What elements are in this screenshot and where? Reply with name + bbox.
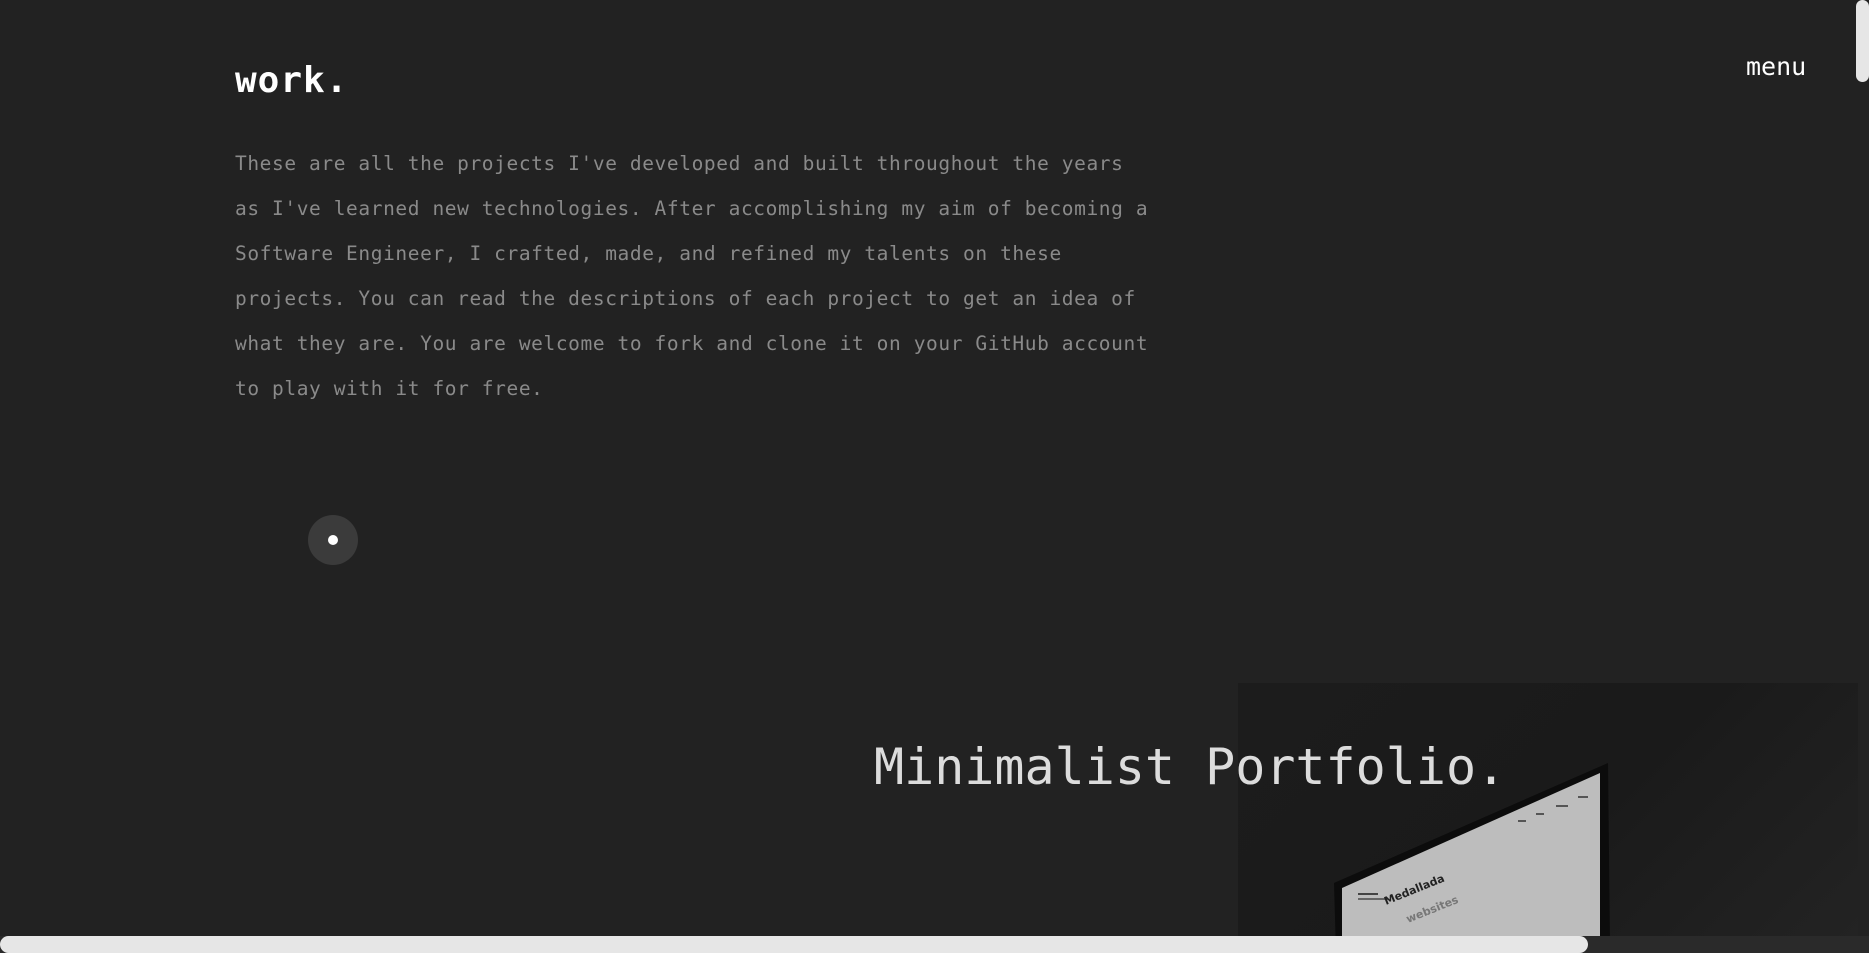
logo[interactable]: work. bbox=[235, 60, 348, 101]
menu-button[interactable]: menu bbox=[1746, 52, 1806, 81]
horizontal-scrollbar[interactable] bbox=[0, 936, 1588, 953]
vertical-scrollbar[interactable] bbox=[1856, 0, 1869, 82]
project-title[interactable]: Minimalist Portfolio. bbox=[874, 738, 1506, 796]
intro-paragraph: These are all the projects I've develope… bbox=[235, 152, 1149, 400]
project-preview-image[interactable]: Medallada websites bbox=[1238, 683, 1858, 936]
custom-cursor bbox=[308, 515, 358, 565]
cursor-dot-icon bbox=[328, 535, 338, 545]
laptop-mockup: Medallada websites bbox=[1334, 763, 1610, 936]
